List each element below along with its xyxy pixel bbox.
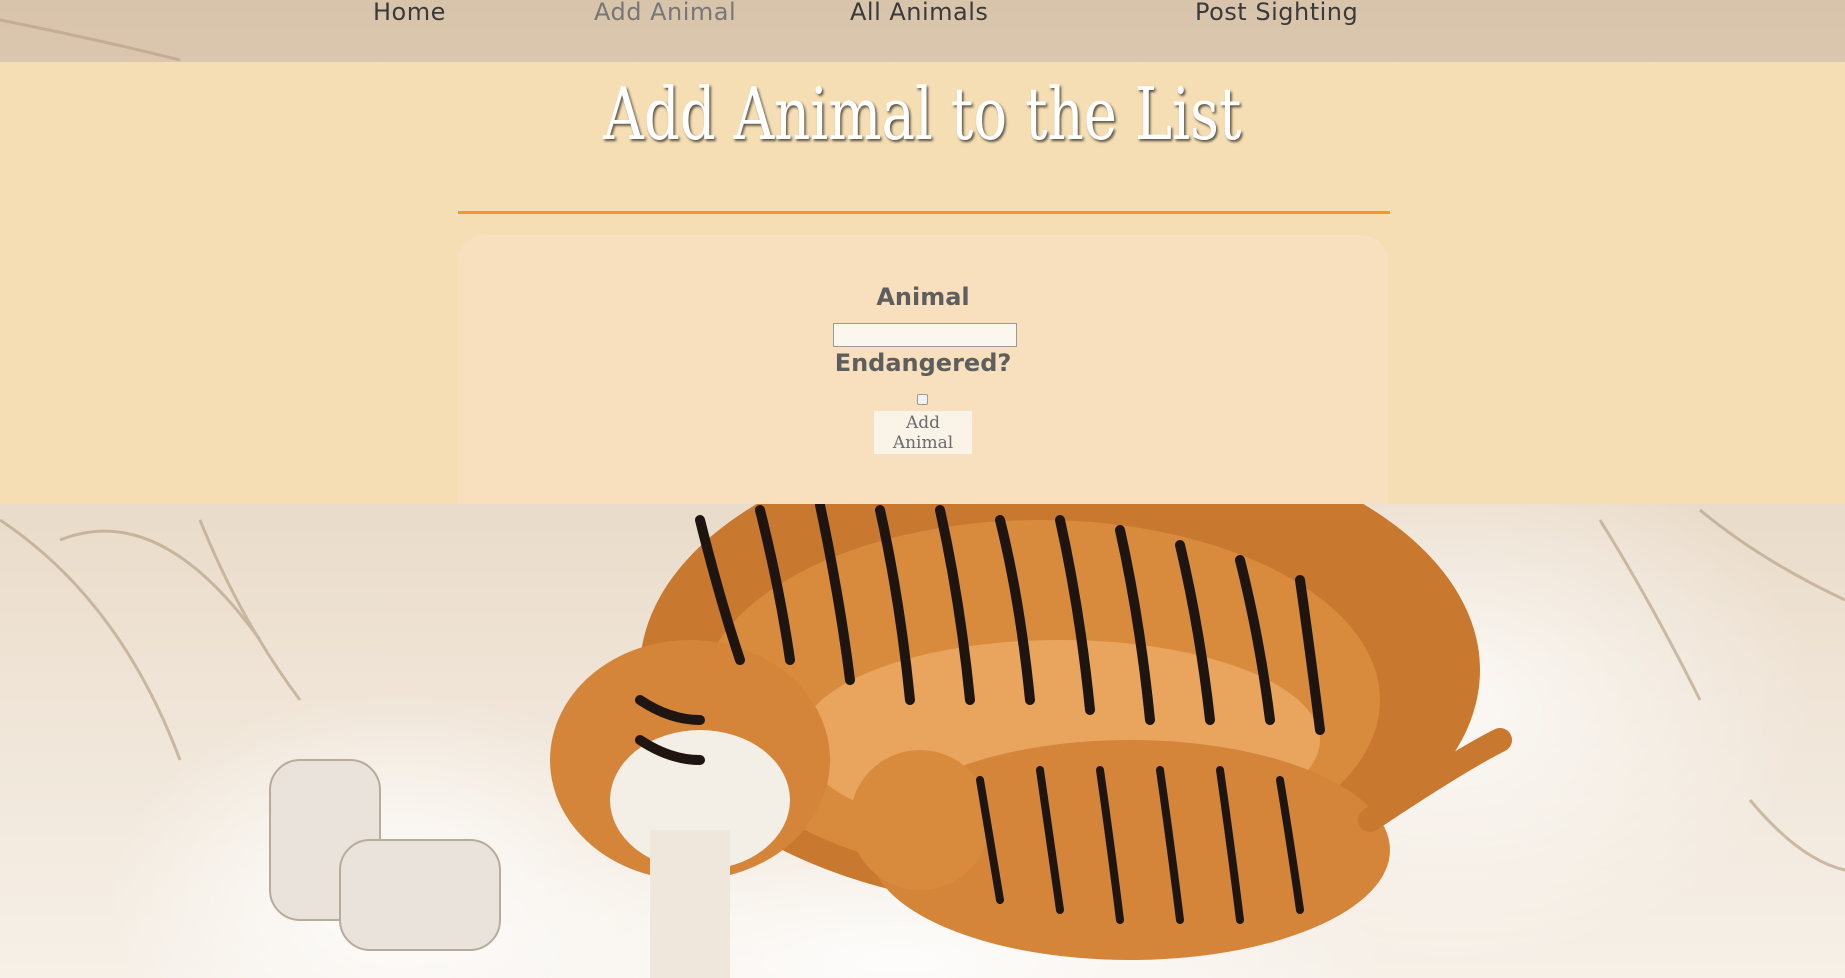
page-title: Add Animal to the List bbox=[603, 72, 1242, 156]
add-animal-button[interactable]: Add Animal bbox=[874, 411, 972, 454]
nav-home-link[interactable]: Home bbox=[373, 0, 446, 26]
animal-name-input[interactable] bbox=[833, 323, 1017, 347]
nav-all-animals-link[interactable]: All Animals bbox=[850, 0, 988, 26]
endangered-checkbox[interactable] bbox=[917, 394, 928, 405]
nav-post-sighting-link[interactable]: Post Sighting bbox=[1195, 0, 1358, 26]
endangered-field-label: Endangered? bbox=[834, 349, 1012, 377]
title-divider bbox=[458, 211, 1390, 214]
add-animal-form: Animal Endangered? Add Animal bbox=[458, 235, 1388, 504]
animal-field-label: Animal bbox=[876, 283, 970, 311]
main-nav: Home Add Animal All Animals Post Sightin… bbox=[0, 0, 1845, 62]
nav-add-animal-link[interactable]: Add Animal bbox=[594, 0, 736, 26]
